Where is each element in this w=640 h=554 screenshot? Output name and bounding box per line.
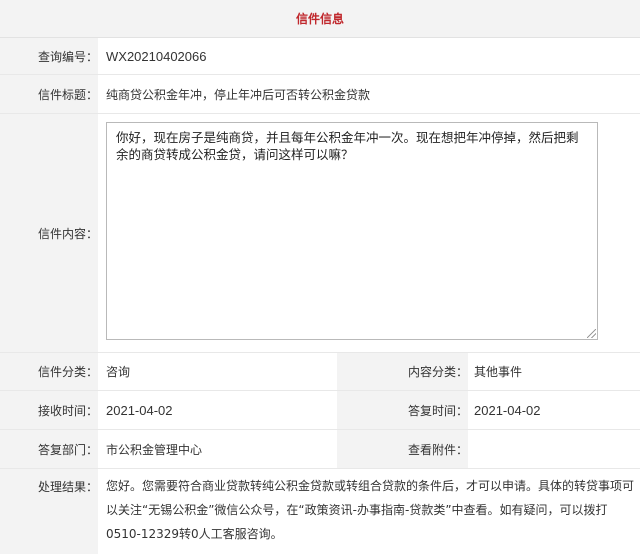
content-type-label: 内容分类： (337, 353, 468, 390)
category-label: 信件分类： (0, 353, 98, 390)
subject-row: 信件标题： 纯商贷公积金年冲，停止年冲后可否转公积金贷款 (0, 75, 640, 114)
section-title: 信件信息 (295, 12, 344, 26)
reply-dept-value: 市公积金管理中心 (106, 442, 203, 457)
result-row: 处理结果： 您好。您需要符合商业贷款转纯公积金贷款或转组合贷款的条件后，才可以申… (0, 469, 640, 554)
dept-row: 答复部门： 市公积金管理中心 查看附件： (0, 430, 640, 469)
content-text: 你好，现在房子是纯商贷，并且每年公积金年冲一次。现在想把年冲停掉，然后把剩余的商… (116, 130, 579, 162)
attachments-label: 查看附件： (337, 430, 468, 468)
dates-row: 接收时间： 2021-04-02 答复时间： 2021-04-02 (0, 391, 640, 430)
received-time-label: 接收时间： (0, 391, 98, 429)
resize-handle-icon[interactable] (587, 329, 596, 338)
reply-dept-label: 答复部门： (0, 430, 98, 468)
section-header: 信件信息 (0, 0, 640, 38)
reply-time-label: 答复时间： (337, 391, 468, 429)
query-no-row: 查询编号： WX20210402066 (0, 38, 640, 75)
category-row: 信件分类： 咨询 内容分类： 其他事件 (0, 353, 640, 391)
content-row: 信件内容： 你好，现在房子是纯商贷，并且每年公积金年冲一次。现在想把年冲停掉，然… (0, 114, 640, 353)
query-no-value: WX20210402066 (106, 48, 207, 64)
query-no-label: 查询编号： (0, 38, 98, 74)
received-time-value: 2021-04-02 (106, 402, 173, 418)
content-textarea[interactable]: 你好，现在房子是纯商贷，并且每年公积金年冲一次。现在想把年冲停掉，然后把剩余的商… (106, 122, 598, 340)
letter-info-page: 信件信息 查询编号： WX20210402066 信件标题： 纯商贷公积金年冲，… (0, 0, 640, 554)
content-type-value: 其他事件 (474, 365, 523, 379)
content-label: 信件内容： (0, 114, 98, 352)
subject-label: 信件标题： (0, 75, 98, 113)
subject-value: 纯商贷公积金年冲，停止年冲后可否转公积金贷款 (106, 87, 371, 102)
reply-time-value: 2021-04-02 (474, 402, 541, 418)
result-label: 处理结果： (0, 469, 98, 554)
result-value: 您好。您需要符合商业贷款转纯公积金贷款或转组合贷款的条件后，才可以申请。具体的转… (106, 479, 635, 541)
category-value: 咨询 (106, 365, 131, 379)
